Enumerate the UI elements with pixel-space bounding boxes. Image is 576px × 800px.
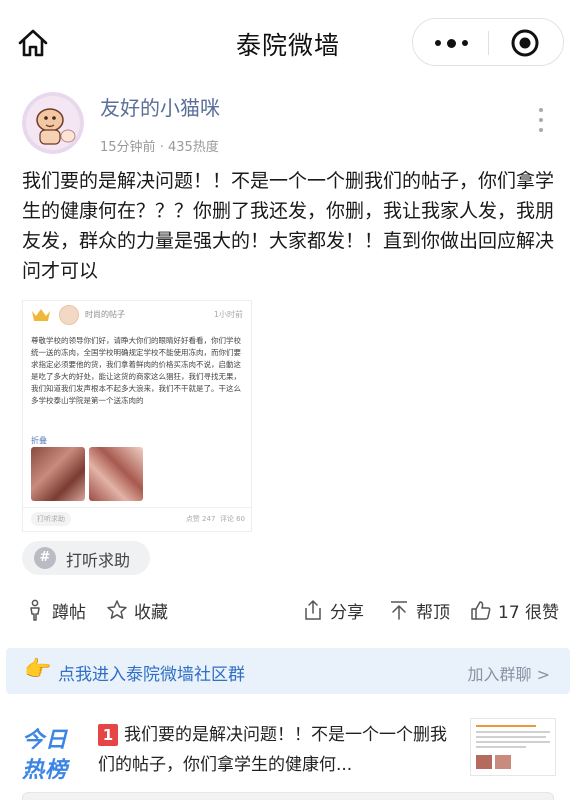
embed-footer: 打听求助 点赞 247 评论 60 — [23, 507, 251, 529]
star-icon — [107, 600, 127, 619]
up-arrow-icon — [391, 601, 407, 620]
step-label: 蹲帖 — [52, 602, 86, 623]
pin-label: 帮顶 — [416, 602, 450, 623]
hash-icon: # — [34, 547, 56, 569]
author-name[interactable]: 友好的小猫咪 — [100, 92, 220, 121]
share-label: 分享 — [330, 602, 364, 623]
like-label: 17 很赞 — [498, 602, 560, 623]
community-banner[interactable]: 👉 点我进入泰院微墙社区群 加入群聊 > — [6, 648, 570, 694]
pin-button[interactable]: 帮顶 — [388, 596, 450, 624]
embed-comments: 评论 60 — [219, 515, 245, 523]
hot-item-thumbnail[interactable] — [470, 718, 556, 776]
post-time: 15分钟前 — [100, 140, 156, 155]
embed-photo-meat-1 — [31, 447, 85, 501]
post-image[interactable]: 时尚的帖子 1小时前 尊敬学校的领导你们好，请睁大你们的眼睛好好看看，你们学校统… — [22, 300, 252, 532]
crown-icon — [32, 309, 50, 321]
embed-time: 1小时前 — [213, 310, 243, 319]
embed-collapse: 折叠 — [31, 436, 47, 445]
capsule-divider — [488, 31, 489, 55]
next-post-card-edge — [22, 792, 554, 800]
join-group-link[interactable]: 加入群聊 > — [468, 661, 551, 685]
embed-photo-meat-2 — [89, 447, 143, 501]
embed-author: 时尚的帖子 — [85, 310, 125, 319]
hot-rank-badge: 1 — [98, 724, 118, 746]
embed-views: 点赞 247 — [185, 515, 216, 523]
embed-body: 尊敬学校的领导你们好，请睁大你们的眼睛好好看看，你们学校统一送的冻肉，全国学校明… — [31, 336, 241, 405]
step-button[interactable]: 蹲帖 — [24, 596, 86, 624]
top-navigation-bar: 泰院微墙 — [0, 0, 576, 84]
like-button[interactable]: 17 很赞 — [470, 596, 559, 624]
avatar[interactable] — [22, 92, 84, 154]
embed-stats: 点赞 247 评论 60 — [186, 514, 245, 524]
post-heat: · 435热度 — [159, 140, 219, 155]
more-dots-icon[interactable] — [431, 29, 471, 57]
embed-tag: 打听求助 — [31, 512, 71, 526]
hot-logo-line2: 热榜 — [22, 758, 69, 783]
topic-tag-label: 打听求助 — [66, 551, 131, 570]
topic-tag[interactable]: # 打听求助 — [22, 541, 150, 575]
share-button[interactable]: 分享 — [302, 596, 364, 624]
banner-text: 点我进入泰院微墙社区群 — [58, 665, 245, 685]
post-body: 我们要的是解决问题！！不是一个一个删我们的帖子，你们拿学生的健康何在？？？你删了… — [22, 170, 555, 282]
embed-avatar — [59, 305, 79, 325]
mini-program-capsule — [412, 18, 564, 66]
hot-item-title[interactable]: 我们要的是解决问题！！不是一个一个删我们的帖子，你们拿学生的健康何... — [98, 720, 458, 780]
pointing-hand-icon: 👉 — [24, 657, 52, 682]
mini-program-close-icon[interactable] — [509, 27, 541, 59]
today-hot-logo: 今日 热榜 — [22, 722, 84, 783]
share-icon — [305, 600, 321, 620]
vertical-dots-icon[interactable] — [534, 108, 548, 132]
post-meta: 15分钟前 · 435热度 — [100, 136, 219, 155]
thumbs-up-icon — [471, 601, 491, 620]
hot-logo-line1: 今日 — [22, 728, 69, 753]
favorite-label: 收藏 — [134, 602, 168, 623]
favorite-button[interactable]: 收藏 — [106, 596, 168, 624]
figure-icon — [30, 599, 40, 621]
